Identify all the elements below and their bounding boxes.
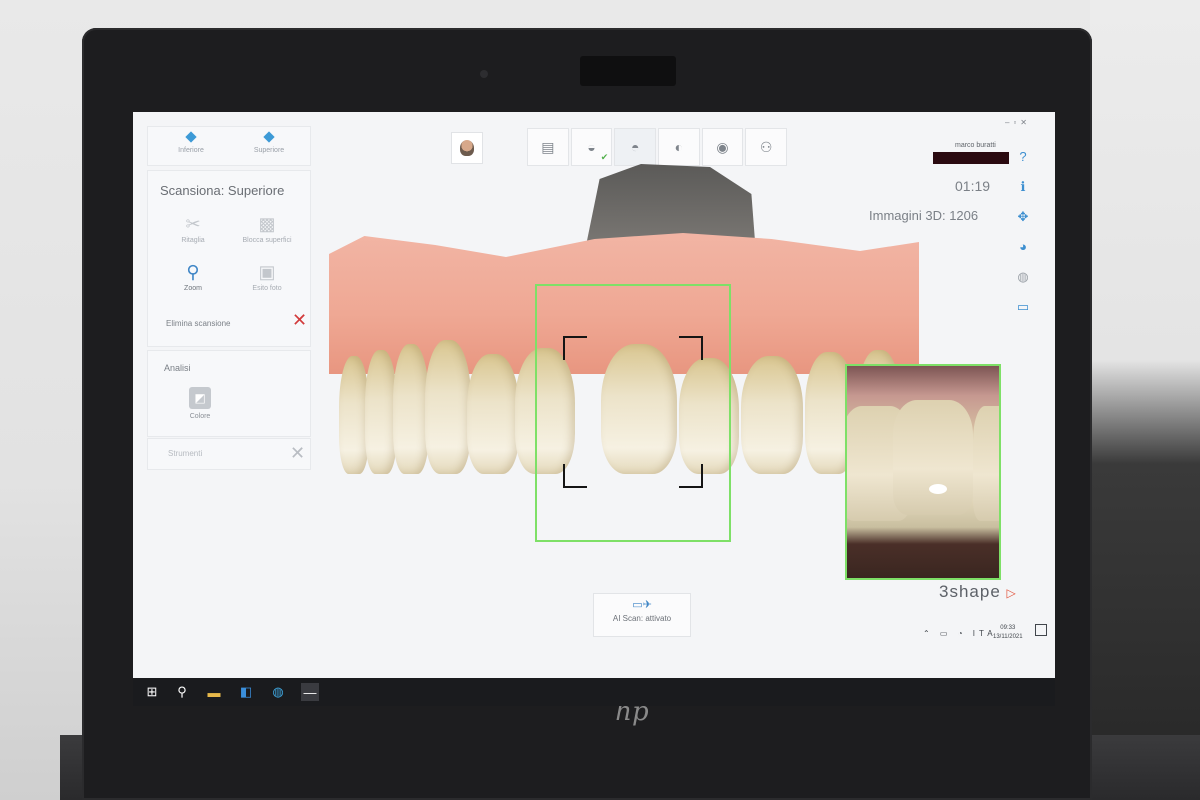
- edge-icon[interactable]: ◍: [269, 683, 287, 701]
- window-controls[interactable]: –▫✕: [1005, 118, 1031, 127]
- zoom-tool[interactable]: ⚲ Zoom: [158, 259, 228, 292]
- scan-timer: 01:19: [955, 178, 991, 194]
- analysis-panel: Analisi ◩ Colore: [147, 350, 311, 437]
- file-explorer-icon[interactable]: ▬: [205, 683, 223, 701]
- color-wheel-icon[interactable]: ◕: [1013, 232, 1033, 262]
- focus-bracket: [563, 464, 587, 488]
- windows-start-icon[interactable]: ⊞: [143, 683, 161, 701]
- step-bite-scan[interactable]: ◐: [658, 128, 700, 166]
- ai-scan-icon: ▭✈: [632, 599, 652, 611]
- delete-scan-button[interactable]: ✕: [292, 311, 307, 329]
- user-redaction-bar: [933, 152, 1009, 164]
- scanner-app-taskbar-icon[interactable]: —: [301, 683, 319, 701]
- shade-icon: ◩: [189, 387, 211, 409]
- background-right: [1090, 0, 1200, 800]
- trim-tool[interactable]: ✂ Ritaglia: [158, 211, 228, 244]
- photo-icon: ▣: [258, 262, 276, 282]
- upper-jaw-icon: ◒: [587, 139, 596, 155]
- lower-jaw-icon: ◓: [630, 139, 640, 155]
- notification-icon[interactable]: [1035, 624, 1047, 636]
- workflow-bar: ▤ ◒ ✔ ◓ ◐ ◉ ⚇: [527, 128, 788, 166]
- zoom-label: Zoom: [184, 285, 202, 292]
- tooth: [741, 356, 803, 474]
- step-upper-scan[interactable]: ◒ ✔: [570, 128, 613, 166]
- lock-surface-icon: ▩: [258, 214, 276, 234]
- delete-scan-label: Elimina scansione: [166, 319, 231, 328]
- webcam-shutter: [580, 56, 676, 86]
- view-selector: Inferiore Superiore: [147, 126, 311, 166]
- webcam-lens: [480, 70, 488, 78]
- brand-logo: 3shape ▷: [939, 582, 1017, 602]
- step-send[interactable]: ⚇: [745, 128, 788, 166]
- brand-text: 3shape: [939, 582, 1001, 601]
- tooth: [425, 340, 471, 474]
- reflection-spot: [929, 484, 947, 494]
- focus-bracket: [679, 336, 703, 360]
- windows-taskbar: ⊞ ⚲ ▬ ◧ ◍ —: [133, 678, 1055, 706]
- scanner-app: Inferiore Superiore Scansiona: Superiore…: [133, 112, 1055, 678]
- chat-icon[interactable]: ▭: [1013, 292, 1033, 322]
- avatar-image: [460, 140, 474, 156]
- people-icon: ⚇: [759, 138, 773, 155]
- live-camera-view: [845, 364, 1001, 580]
- tooth: [973, 406, 999, 521]
- side-toolbar: ? ℹ ✥ ◕ ◍ ▭: [1013, 142, 1033, 322]
- tooth: [893, 400, 973, 515]
- color-label: Colore: [189, 413, 211, 420]
- ai-scan-button[interactable]: ▭✈ AI Scan: attivato: [593, 593, 691, 637]
- step-analysis[interactable]: ◉: [701, 128, 744, 166]
- lock-surface-tool[interactable]: ▩ Blocca superfici: [232, 211, 302, 244]
- focus-bracket: [563, 336, 587, 360]
- view-lower-label: Inferiore: [178, 147, 204, 154]
- tooth: [393, 344, 429, 474]
- tools-icon: ✕: [290, 443, 306, 463]
- focus-bracket: [679, 464, 703, 488]
- view-lower-button[interactable]: Inferiore: [156, 131, 226, 161]
- clipboard-icon: ▤: [541, 138, 555, 155]
- scan-tools-panel: Scansiona: Superiore ✂ Ritaglia ▩ Blocca…: [147, 170, 311, 347]
- step-lower-scan[interactable]: ◓: [614, 128, 657, 166]
- teamviewer-icon[interactable]: ◧: [237, 683, 255, 701]
- view-upper-label: Superiore: [253, 147, 285, 154]
- ai-scan-label: AI Scan: attivato: [612, 614, 672, 623]
- check-icon: ✔: [600, 152, 609, 162]
- step-prescription[interactable]: ▤: [527, 128, 569, 166]
- scissors-icon: ✂: [185, 214, 201, 234]
- user-name: marco buratti: [955, 142, 996, 149]
- view-upper-button[interactable]: Superiore: [234, 131, 304, 161]
- photo-label: Esito foto: [252, 285, 282, 292]
- tray-time: 09:33: [1000, 625, 1016, 631]
- analysis-title: Analisi: [164, 363, 191, 373]
- bite-icon: ◐: [674, 139, 684, 155]
- tooth: [467, 354, 519, 474]
- brand-triangle-icon: ▷: [1006, 586, 1017, 600]
- instruments-label: Strumenti: [168, 449, 203, 458]
- search-icon[interactable]: ⚲: [173, 683, 191, 701]
- diamond-icon: [185, 131, 197, 143]
- scan-title: Scansiona: Superiore: [160, 183, 285, 198]
- color-tool[interactable]: ◩ Colore: [170, 387, 230, 420]
- instruments-row[interactable]: Strumenti ✕: [147, 438, 311, 470]
- tooth-icon[interactable]: ◍: [1013, 262, 1033, 292]
- tray-icons[interactable]: ⌃ ▭ ◔ ITA: [923, 629, 997, 638]
- scan-frame: [535, 284, 731, 542]
- lock-surface-label: Blocca superfici: [242, 237, 292, 244]
- screen: Inferiore Superiore Scansiona: Superiore…: [133, 112, 1055, 706]
- diamond-icon: [263, 131, 275, 143]
- photo-tool[interactable]: ▣ Esito foto: [232, 259, 302, 292]
- info-icon[interactable]: ℹ: [1013, 172, 1033, 202]
- tray-date: 13/11/2021: [993, 634, 1023, 640]
- tray-clock[interactable]: 09:33 13/11/2021: [993, 624, 1023, 642]
- move-icon[interactable]: ✥: [1013, 202, 1033, 232]
- magnifier-icon: ⚲: [186, 262, 200, 282]
- patient-avatar[interactable]: [451, 132, 483, 164]
- help-icon[interactable]: ?: [1013, 142, 1033, 172]
- trim-label: Ritaglia: [181, 237, 205, 244]
- sphere-icon: ◉: [716, 138, 729, 155]
